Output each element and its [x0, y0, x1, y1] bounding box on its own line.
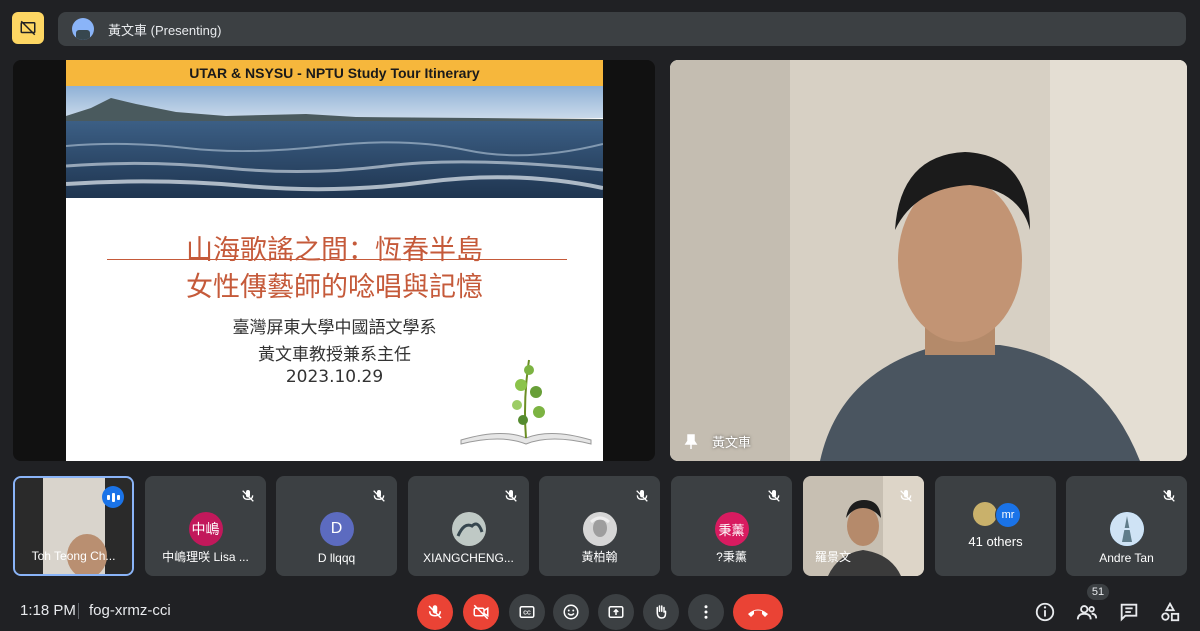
participant-avatar — [582, 512, 617, 546]
mic-off-icon — [636, 490, 648, 502]
participant-tile[interactable]: 中嶋 中嶋理咲 Lisa ... — [145, 476, 266, 576]
participant-tile[interactable]: Andre Tan — [1066, 476, 1187, 576]
slide-sea-photo — [66, 86, 603, 198]
presentation-toggle-button[interactable] — [12, 12, 44, 44]
activities-button[interactable] — [1158, 600, 1182, 624]
chat-icon — [1120, 603, 1138, 622]
participant-avatar: D — [319, 512, 354, 546]
slide-header: UTAR & NSYSU - NPTU Study Tour Itinerary — [66, 60, 603, 86]
meeting-code: fog-xrmz-cci — [89, 602, 171, 619]
participant-name: ?秉薰 — [716, 550, 747, 564]
activities-icon — [1161, 601, 1180, 622]
others-count: 41 others — [968, 534, 1023, 549]
more-vert-icon — [704, 605, 708, 619]
participant-tile[interactable]: 秉薰 ?秉薰 — [671, 476, 792, 576]
mic-toggle-button[interactable] — [417, 594, 453, 630]
raise-hand-button[interactable] — [643, 594, 679, 630]
more-options-button[interactable] — [688, 594, 724, 630]
others-tile[interactable]: mr 41 others — [935, 476, 1056, 576]
camera-toggle-button[interactable] — [463, 594, 499, 630]
participant-tile[interactable]: Toh Teong Ch... — [13, 476, 134, 576]
chat-button[interactable] — [1117, 600, 1141, 624]
participant-tile[interactable]: 羅景文 — [803, 476, 924, 576]
participant-avatar — [1109, 512, 1144, 546]
presenting-banner: 黃文車 (Presenting) — [58, 12, 1186, 46]
people-icon — [1076, 605, 1098, 620]
emoji-icon — [563, 604, 579, 620]
slide-title-line2: 女性傳藝師的唸唱與記憶 — [186, 272, 483, 303]
present-off-icon — [20, 20, 36, 36]
hand-icon — [656, 605, 667, 619]
speaker-name-label: 黃文車 — [684, 432, 751, 451]
participant-name: XIANGCHENG... — [423, 551, 514, 565]
divider — [78, 603, 79, 619]
slide-subtitle-dept: 臺灣屏東大學中國語文學系 — [232, 318, 437, 338]
speaker-video-tile[interactable]: 黃文車 — [670, 60, 1187, 461]
mic-off-icon — [768, 490, 780, 502]
presenting-label: 黃文車 (Presenting) — [108, 22, 222, 38]
hang-up-icon — [748, 609, 768, 617]
participant-name: Andre Tan — [1099, 551, 1154, 565]
participant-name: 羅景文 — [815, 550, 852, 564]
participant-tile[interactable]: 黃柏翰 — [539, 476, 660, 576]
participant-name: Toh Teong Ch... — [31, 549, 116, 563]
svg-text:CC: CC — [523, 611, 531, 617]
participant-avatar: 中嶋 — [188, 512, 223, 546]
pin-icon[interactable] — [684, 433, 698, 450]
participant-name: 中嶋理咲 Lisa ... — [162, 550, 249, 564]
participant-name: 黃柏翰 — [581, 550, 618, 564]
presenter-avatar — [72, 18, 94, 40]
others-avatar-stack: mr — [973, 502, 1023, 528]
info-icon — [1035, 602, 1055, 622]
book-plant-illustration — [451, 350, 601, 450]
participant-tile[interactable]: XIANGCHENG... — [408, 476, 529, 576]
mic-off-icon — [428, 605, 442, 619]
mic-off-icon — [505, 490, 517, 502]
present-button[interactable] — [598, 594, 634, 630]
participant-avatar: 秉薰 — [714, 512, 749, 546]
mic-off-icon — [900, 490, 912, 502]
clock: 1:18 PM — [20, 602, 76, 619]
present-screen-icon — [608, 606, 624, 618]
camera-off-icon — [473, 604, 489, 620]
slide: UTAR & NSYSU - NPTU Study Tour Itinerary… — [66, 60, 603, 461]
people-button[interactable] — [1075, 600, 1099, 624]
speaking-indicator-icon — [102, 486, 124, 508]
others-avatar: mr — [995, 502, 1021, 528]
captions-button[interactable]: CC — [509, 594, 545, 630]
presentation-tile[interactable]: UTAR & NSYSU - NPTU Study Tour Itinerary… — [13, 60, 655, 461]
participant-count-badge: 51 — [1087, 584, 1109, 600]
leave-call-button[interactable] — [733, 594, 783, 630]
slide-title-rule — [107, 259, 567, 260]
participant-name: D llqqq — [317, 551, 356, 565]
mic-off-icon — [1163, 490, 1175, 502]
mic-off-icon — [242, 490, 254, 502]
speaker-video — [670, 60, 1187, 461]
speaker-name: 黃文車 — [712, 435, 752, 450]
participant-avatar — [451, 512, 486, 546]
participant-tile[interactable]: D D llqqq — [276, 476, 397, 576]
slide-title-line1: 山海歌謠之間：恆春半島 — [186, 235, 483, 266]
mic-off-icon — [373, 490, 385, 502]
meeting-details-button[interactable] — [1033, 600, 1057, 624]
captions-icon: CC — [519, 606, 535, 618]
reactions-button[interactable] — [553, 594, 589, 630]
